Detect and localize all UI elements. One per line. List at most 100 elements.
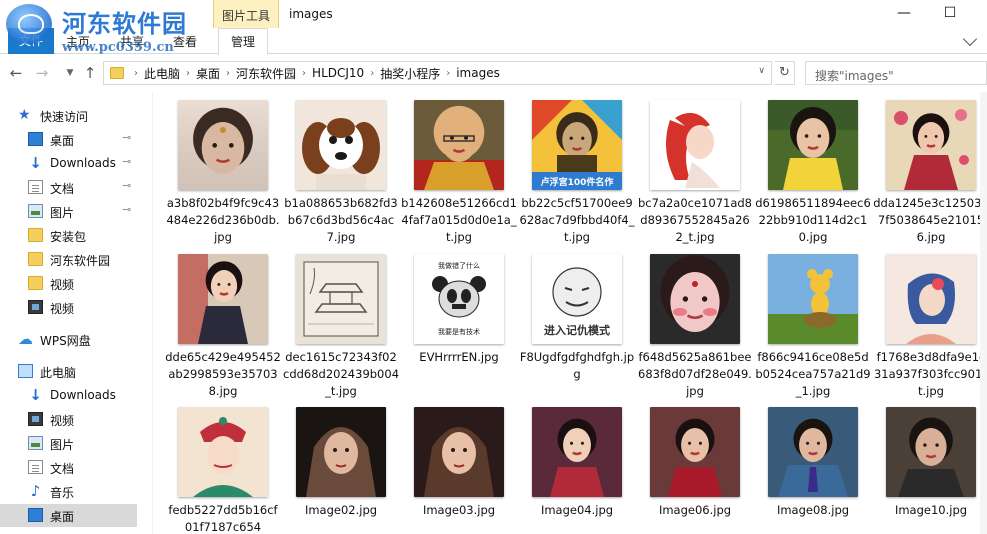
breadcrumb-item[interactable]: 河东软件园 xyxy=(236,65,296,82)
file-thumbnail[interactable] xyxy=(886,100,976,190)
tab-view[interactable]: 查看 xyxy=(173,33,197,50)
file-item[interactable]: 我做错了什么 我要是有技术 EVHrrrrEN.jpg xyxy=(401,249,517,399)
refresh-icon[interactable]: ↻ xyxy=(775,61,795,85)
back-arrow-icon[interactable]: ← xyxy=(6,62,26,84)
file-thumbnail[interactable] xyxy=(886,407,976,497)
file-item[interactable]: Image06.jpg xyxy=(637,402,753,534)
close-button[interactable] xyxy=(973,0,987,28)
file-item[interactable]: dde65c429e495452ab2998593e357038.jpg xyxy=(165,249,281,399)
sidebar-item[interactable]: 视频 xyxy=(0,408,152,431)
tab-share[interactable]: 共享 xyxy=(120,33,144,50)
breadcrumb-item[interactable]: images xyxy=(456,66,500,80)
file-name: f648d5625a861bee683f8d07df28e049.jpg xyxy=(638,350,752,398)
file-thumbnail[interactable] xyxy=(768,254,858,344)
breadcrumb-item[interactable]: 抽奖小程序 xyxy=(380,65,440,82)
file-name: dec1615c72343f02cdd68d202439b004_t.jpg xyxy=(283,350,400,398)
sidebar-item[interactable]: ↓ Downloads ⊸ xyxy=(0,152,152,175)
forward-arrow-icon[interactable]: → xyxy=(32,62,52,84)
chevron-right-icon[interactable]: › xyxy=(302,68,306,79)
sidebar-item[interactable]: 文档 ⊸ xyxy=(0,176,152,199)
tab-home[interactable]: 主页 xyxy=(66,33,90,50)
file-name: Image10.jpg xyxy=(894,503,968,517)
sidebar-item-label: 音乐 xyxy=(50,486,75,500)
tab-manage[interactable]: 管理 xyxy=(218,28,269,55)
file-item[interactable]: f866c9416ce08e5db0524cea757a21d9_1.jpg xyxy=(755,249,871,399)
breadcrumb-item[interactable]: 桌面 xyxy=(196,65,220,82)
chevron-right-icon[interactable]: › xyxy=(446,68,450,79)
up-arrow-icon[interactable]: ↑ xyxy=(80,62,100,84)
sidebar-item[interactable]: 图片 xyxy=(0,432,152,455)
file-name: f1768e3d8dfa9e1c31a937f303fcc901_t.jpg xyxy=(873,350,987,398)
file-item[interactable]: dda1245e3c1250367f5038645e210156.jpg xyxy=(873,95,987,245)
minimize-button[interactable]: — xyxy=(881,0,927,28)
tab-file[interactable]: 文件 xyxy=(8,28,54,54)
document-icon xyxy=(28,180,43,194)
sidebar-item[interactable]: ↓ Downloads xyxy=(0,384,152,407)
file-item[interactable]: Image04.jpg xyxy=(519,402,635,534)
recent-locations-chevron-icon[interactable]: ▼ xyxy=(60,62,80,84)
file-item[interactable]: 进入记仇模式 F8Ugdfgdfghdfgh.jpg xyxy=(519,249,635,399)
chevron-right-icon[interactable]: › xyxy=(186,68,190,79)
file-thumbnail[interactable] xyxy=(768,100,858,190)
pane-divider[interactable] xyxy=(152,92,153,534)
sidebar-item-label: 视频 xyxy=(50,302,75,316)
sidebar-item[interactable]: 桌面 ⊸ xyxy=(0,128,152,151)
sidebar-item[interactable]: 此电脑 xyxy=(0,360,152,383)
file-name: Image02.jpg xyxy=(304,503,378,517)
sidebar-item[interactable]: ☁ WPS网盘 xyxy=(0,328,152,351)
file-item[interactable]: Image08.jpg xyxy=(755,402,871,534)
file-item[interactable]: dec1615c72343f02cdd68d202439b004_t.jpg xyxy=(283,249,399,399)
chevron-right-icon[interactable]: › xyxy=(226,68,230,79)
sidebar-item[interactable]: 视频 xyxy=(0,272,152,295)
file-thumbnail[interactable] xyxy=(886,254,976,344)
file-thumbnail[interactable] xyxy=(414,100,504,190)
file-item[interactable]: a3b8f02b4f9fc9c43484e226d236b0db.jpg xyxy=(165,95,281,245)
file-thumbnail[interactable] xyxy=(414,407,504,497)
file-thumbnail[interactable] xyxy=(178,407,268,497)
file-item[interactable]: Image02.jpg xyxy=(283,402,399,534)
chevron-right-icon[interactable]: › xyxy=(134,68,138,79)
file-item[interactable]: fedb5227dd5b16cf01f7187c654 xyxy=(165,402,281,534)
file-item[interactable]: b142608e51266cd14faf7a015d0d0e1a_t.jpg xyxy=(401,95,517,245)
file-name: a3b8f02b4f9fc9c43484e226d236b0db.jpg xyxy=(166,196,280,244)
file-thumbnail[interactable] xyxy=(178,254,268,344)
file-item[interactable]: Image10.jpg xyxy=(873,402,987,534)
sidebar-item-label: 快速访问 xyxy=(40,110,89,124)
vertical-scrollbar[interactable] xyxy=(980,92,987,534)
file-thumbnail[interactable] xyxy=(768,407,858,497)
file-item[interactable]: 卢浮宫100件名作 bb22c5cf51700ee9628ac7d9fbbd40f… xyxy=(519,95,635,245)
file-thumbnail[interactable] xyxy=(296,407,386,497)
file-item[interactable]: f1768e3d8dfa9e1c31a937f303fcc901_t.jpg xyxy=(873,249,987,399)
sidebar-item[interactable]: 河东软件园 xyxy=(0,248,152,271)
sidebar-item[interactable]: 安装包 xyxy=(0,224,152,247)
sidebar-item[interactable]: ♪ 音乐 xyxy=(0,480,152,503)
file-thumbnail[interactable] xyxy=(650,100,740,190)
file-thumbnail[interactable] xyxy=(296,100,386,190)
file-thumbnail[interactable] xyxy=(296,254,386,344)
sidebar-item[interactable]: ★ 快速访问 xyxy=(0,104,152,127)
address-dropdown-chevron-icon[interactable]: ∨ xyxy=(758,66,765,76)
sidebar-item-label: 此电脑 xyxy=(40,366,77,380)
breadcrumb-item[interactable]: 此电脑 xyxy=(144,65,180,82)
sidebar-item[interactable]: 文档 xyxy=(0,456,152,479)
breadcrumb-item[interactable]: HLDCJ10 xyxy=(312,66,364,80)
file-thumbnail[interactable]: 我做错了什么 我要是有技术 xyxy=(414,254,504,344)
sidebar-item[interactable]: 图片 ⊸ xyxy=(0,200,152,223)
file-thumbnail[interactable] xyxy=(532,407,622,497)
file-thumbnail[interactable] xyxy=(650,254,740,344)
file-thumbnail[interactable] xyxy=(650,407,740,497)
address-bar[interactable]: › 此电脑 › 桌面 › 河东软件园 › HLDCJ10 › 抽奖小程序 › i… xyxy=(103,61,772,85)
sidebar-item[interactable]: 桌面 xyxy=(0,504,137,527)
file-item[interactable]: f648d5625a861bee683f8d07df28e049.jpg xyxy=(637,249,753,399)
file-item[interactable]: b1a088653b682fd3b67c6d3bd56c4ac7.jpg xyxy=(283,95,399,245)
file-thumbnail[interactable] xyxy=(178,100,268,190)
maximize-button[interactable]: ☐ xyxy=(927,0,973,28)
sidebar-item[interactable]: 视频 xyxy=(0,296,152,319)
file-item[interactable]: d61986511894eec622bb910d114d2c10.jpg xyxy=(755,95,871,245)
file-thumbnail[interactable]: 卢浮宫100件名作 xyxy=(532,100,622,190)
search-input[interactable]: 搜索"images" xyxy=(805,61,987,85)
file-thumbnail[interactable]: 进入记仇模式 xyxy=(532,254,622,344)
file-item[interactable]: Image03.jpg xyxy=(401,402,517,534)
chevron-right-icon[interactable]: › xyxy=(370,68,374,79)
file-item[interactable]: bc7a2a0ce1071ad8d89367552845a262_t.jpg xyxy=(637,95,753,245)
